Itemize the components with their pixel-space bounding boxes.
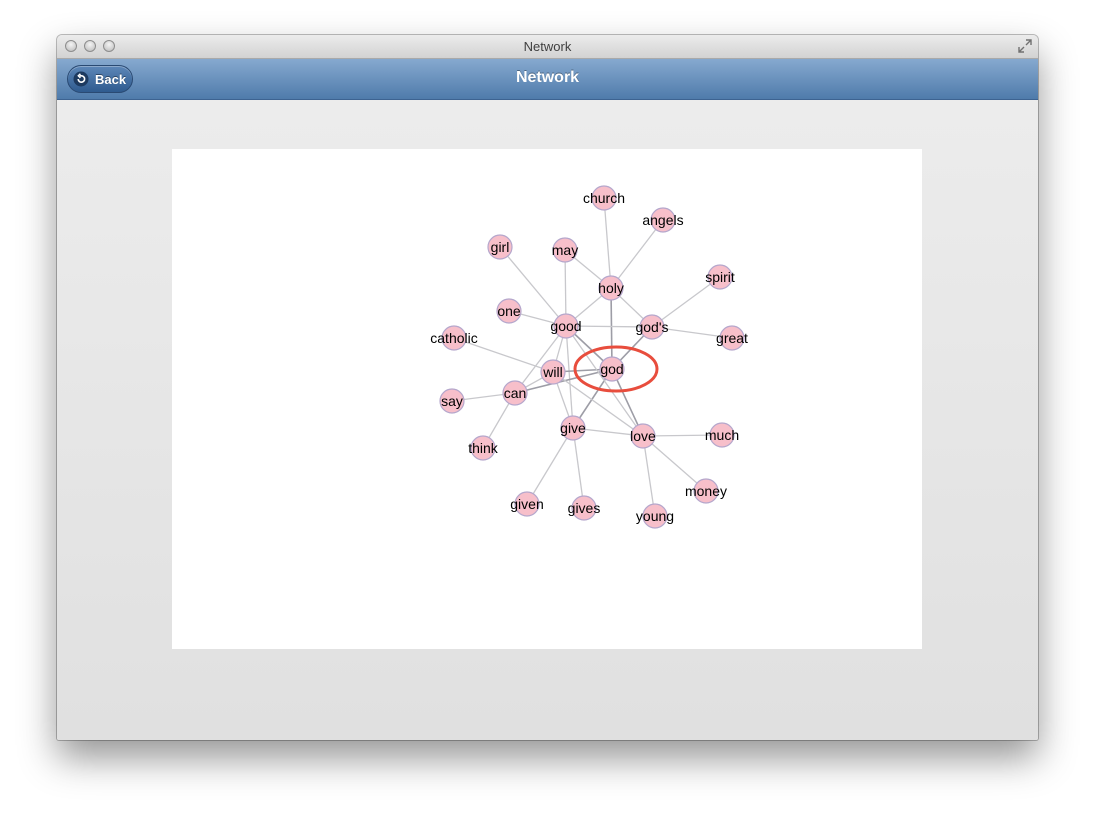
network-graph[interactable]: church angels girl may spirit holy one good god'…	[172, 149, 922, 649]
node-label: god's	[635, 319, 668, 335]
node-label: girl	[491, 239, 510, 255]
node-can[interactable]: can	[502, 380, 528, 406]
node-label: will	[542, 364, 562, 380]
edge-give-given	[526, 427, 574, 505]
navigation-bar: Back Network	[57, 59, 1038, 100]
node-label: can	[504, 385, 527, 401]
network-canvas[interactable]: church angels girl may spirit holy one good god'…	[172, 149, 922, 649]
fullscreen-icon[interactable]	[1018, 39, 1032, 53]
node-given[interactable]: given	[510, 491, 544, 517]
node-money[interactable]: money	[685, 478, 727, 504]
node-label: one	[497, 303, 521, 319]
node-holy[interactable]: holy	[598, 275, 624, 301]
node-label: give	[560, 420, 586, 436]
node-label: gives	[568, 500, 601, 516]
node-label: love	[630, 428, 656, 444]
app-window: Network Back Network church angels girl may…	[57, 35, 1038, 740]
node-label: think	[468, 440, 499, 456]
title-bar: Network	[57, 35, 1038, 59]
node-one[interactable]: one	[496, 298, 522, 324]
node-think[interactable]: think	[468, 435, 499, 461]
node-say[interactable]: say	[439, 388, 465, 414]
node-great[interactable]: great	[716, 325, 748, 351]
node-label: angels	[642, 212, 683, 228]
node-label: money	[685, 483, 727, 499]
page-title: Network	[515, 69, 580, 86]
node-young[interactable]: young	[636, 503, 674, 529]
node-label: catholic	[430, 330, 477, 346]
content-area: church angels girl may spirit holy one good god'…	[57, 100, 1038, 740]
node-label: spirit	[705, 269, 735, 285]
node-may[interactable]: may	[552, 237, 578, 263]
node-label: church	[583, 190, 625, 206]
node-girl[interactable]: girl	[487, 234, 513, 260]
node-love[interactable]: love	[630, 423, 656, 449]
node-will[interactable]: will	[540, 359, 566, 385]
node-god[interactable]: god	[599, 356, 625, 382]
node-label: good	[550, 318, 581, 334]
node-label: young	[636, 508, 674, 524]
node-label: holy	[598, 280, 624, 296]
edge-church-holy	[603, 197, 612, 289]
node-label: god	[600, 361, 623, 377]
node-good[interactable]: good	[550, 313, 582, 339]
node-give[interactable]: give	[560, 415, 586, 441]
edge-angels-holy	[610, 219, 664, 289]
window-title: Network	[523, 39, 572, 54]
node-angels[interactable]: angels	[642, 207, 684, 233]
node-church[interactable]: church	[583, 185, 625, 211]
node-gods[interactable]: god's	[635, 314, 669, 340]
node-label: much	[705, 427, 739, 443]
node-catholic[interactable]: catholic	[430, 325, 478, 351]
node-label: great	[716, 330, 748, 346]
node-gives[interactable]: gives	[568, 495, 601, 521]
node-much[interactable]: much	[705, 422, 739, 448]
node-label: may	[552, 242, 578, 258]
node-label: given	[510, 496, 543, 512]
node-label: say	[441, 393, 463, 409]
